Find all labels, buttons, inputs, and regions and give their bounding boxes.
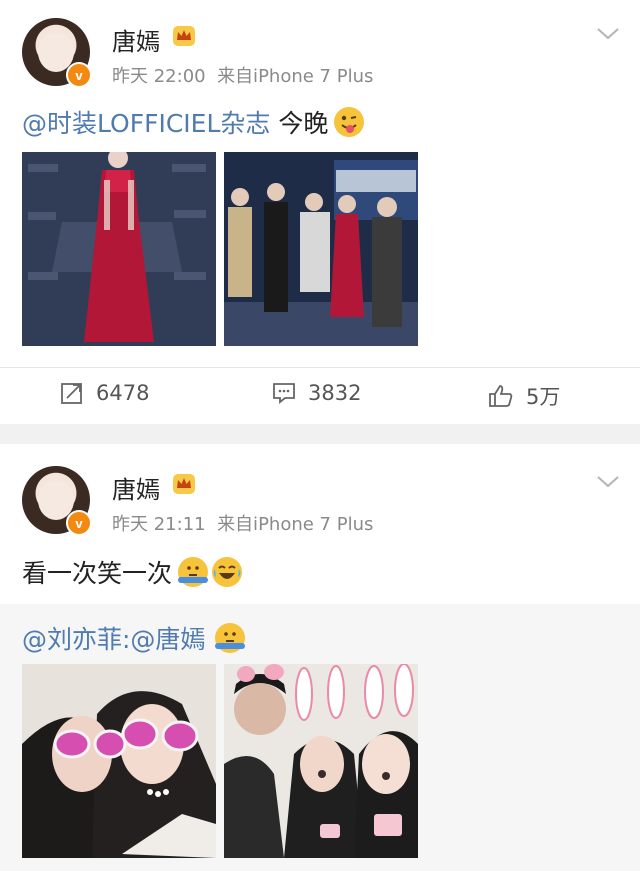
comment-icon [273, 383, 295, 404]
post-text-rest: 今晚 [270, 109, 329, 138]
v-badge-icon: v [66, 510, 92, 536]
post-separator [0, 424, 640, 444]
post-actions: 6478 3832 5万 [0, 367, 640, 423]
weibo-post-2: v 唐嫣 昨天 21:11 来自iPhone 7 Plus 看一次笑一次 @刘亦 [0, 444, 640, 871]
wink-tongue-emoji [334, 107, 365, 137]
repost-text: @刘亦菲:@唐嫣 [22, 620, 246, 656]
post-source: 来自iPhone 7 Plus [217, 66, 374, 87]
post-time-source: 昨天 21:11 来自iPhone 7 Plus [112, 510, 373, 536]
author-name[interactable]: 唐嫣 [112, 22, 160, 57]
repost-photo-2[interactable] [224, 664, 418, 858]
comment-count: 3832 [308, 381, 362, 405]
repost-mention[interactable]: @刘亦菲:@唐嫣 [22, 625, 205, 654]
comment-button[interactable]: 3832 [272, 381, 361, 405]
repost-count: 6478 [96, 381, 150, 405]
repost-container[interactable]: @刘亦菲:@唐嫣 [0, 604, 640, 871]
author-name[interactable]: 唐嫣 [112, 470, 160, 505]
like-icon [489, 385, 513, 407]
post-photo-1[interactable] [22, 152, 216, 346]
avatar[interactable]: v [22, 466, 92, 536]
post-time: 昨天 22:00 [112, 66, 206, 87]
crown-icon [173, 474, 195, 494]
chevron-down-icon[interactable] [596, 27, 620, 41]
post-source: 来自iPhone 7 Plus [217, 514, 374, 535]
post-text: @时装LOFFICIEL杂志 今晚 [22, 104, 365, 140]
chevron-down-icon[interactable] [596, 475, 620, 489]
v-badge-icon: v [66, 62, 92, 88]
weibo-post-1: v 唐嫣 昨天 22:00 来自iPhone 7 Plus @时装LOFFICI… [0, 0, 640, 424]
post-text: 看一次笑一次 [22, 554, 243, 590]
post-text-body: 看一次笑一次 [22, 559, 173, 588]
repost-button[interactable]: 6478 [60, 381, 149, 405]
like-button[interactable]: 5万 [488, 381, 560, 411]
repost-photo-1[interactable] [22, 664, 216, 858]
like-count: 5万 [526, 385, 561, 409]
post-photo-2[interactable] [224, 152, 418, 346]
mention-link[interactable]: @时装LOFFICIEL杂志 [22, 109, 270, 138]
shrug-emoji [215, 623, 246, 653]
repost-icon [61, 383, 82, 404]
post-time-source: 昨天 22:00 来自iPhone 7 Plus [112, 62, 373, 88]
crown-icon [173, 26, 195, 46]
avatar[interactable]: v [22, 18, 92, 88]
laugh-cry-emoji [212, 557, 243, 587]
post-time: 昨天 21:11 [112, 514, 206, 535]
shrug-emoji [178, 557, 209, 587]
